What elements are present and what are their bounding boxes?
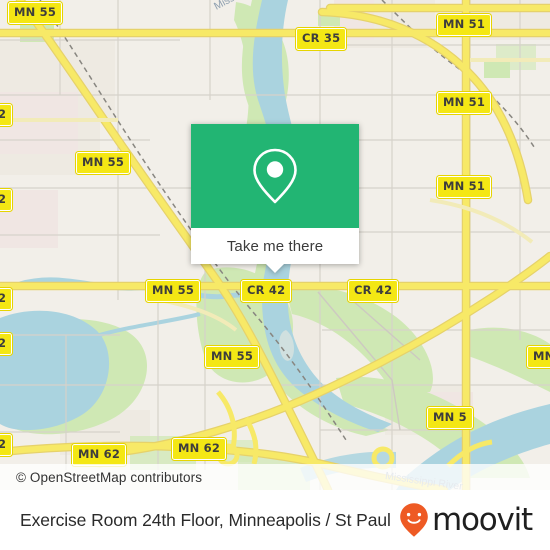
road-shield: MN 51 xyxy=(435,13,493,37)
map-attribution-text: © OpenStreetMap contributors xyxy=(16,469,203,485)
road-shield: 2 xyxy=(0,103,14,127)
popup-action-bar[interactable]: Take me there xyxy=(191,228,359,273)
take-me-there-label: Take me there xyxy=(226,237,324,255)
road-shield: CR 42 xyxy=(346,279,400,303)
popup-tail-pointer xyxy=(266,264,284,273)
road-shield: MN 55 xyxy=(74,151,132,175)
popup-icon-panel[interactable] xyxy=(191,124,359,228)
moovit-pin-smiley-icon xyxy=(400,503,428,537)
location-title: Exercise Room 24th Floor, Minneapolis / … xyxy=(20,509,391,530)
moovit-logo[interactable]: moovit xyxy=(399,501,533,538)
road-shield: MN 51 xyxy=(435,175,493,199)
road-shield: 2 xyxy=(0,287,14,311)
road-shield: MN 62 xyxy=(70,443,128,467)
road-shield: MN 55 xyxy=(144,279,202,303)
map-canvas[interactable]: Mississippi River Mississippi River MN 5… xyxy=(0,0,550,490)
road-shield: 2 xyxy=(0,188,14,212)
map-pin-icon xyxy=(253,148,297,204)
footer-bar: Exercise Room 24th Floor, Minneapolis / … xyxy=(0,490,550,550)
map-attribution-bar: © OpenStreetMap contributors xyxy=(0,464,550,490)
screenshot-root: Mississippi River Mississippi River MN 5… xyxy=(0,0,550,550)
moovit-wordmark: moovit xyxy=(431,501,533,538)
road-shield: MN 55 xyxy=(6,1,64,25)
road-shield: 2 xyxy=(0,332,14,356)
road-shield: MN 51 xyxy=(435,91,493,115)
road-shield: MN 5 xyxy=(526,345,550,369)
road-shield: MN 55 xyxy=(203,345,261,369)
road-shield: CR 42 xyxy=(239,279,293,303)
road-shield: 2 xyxy=(0,433,14,457)
road-shield: MN 62 xyxy=(170,437,228,461)
road-shield: CR 35 xyxy=(294,27,348,51)
road-shield: MN 5 xyxy=(426,406,474,430)
take-me-there-popup[interactable]: Take me there xyxy=(191,124,359,273)
